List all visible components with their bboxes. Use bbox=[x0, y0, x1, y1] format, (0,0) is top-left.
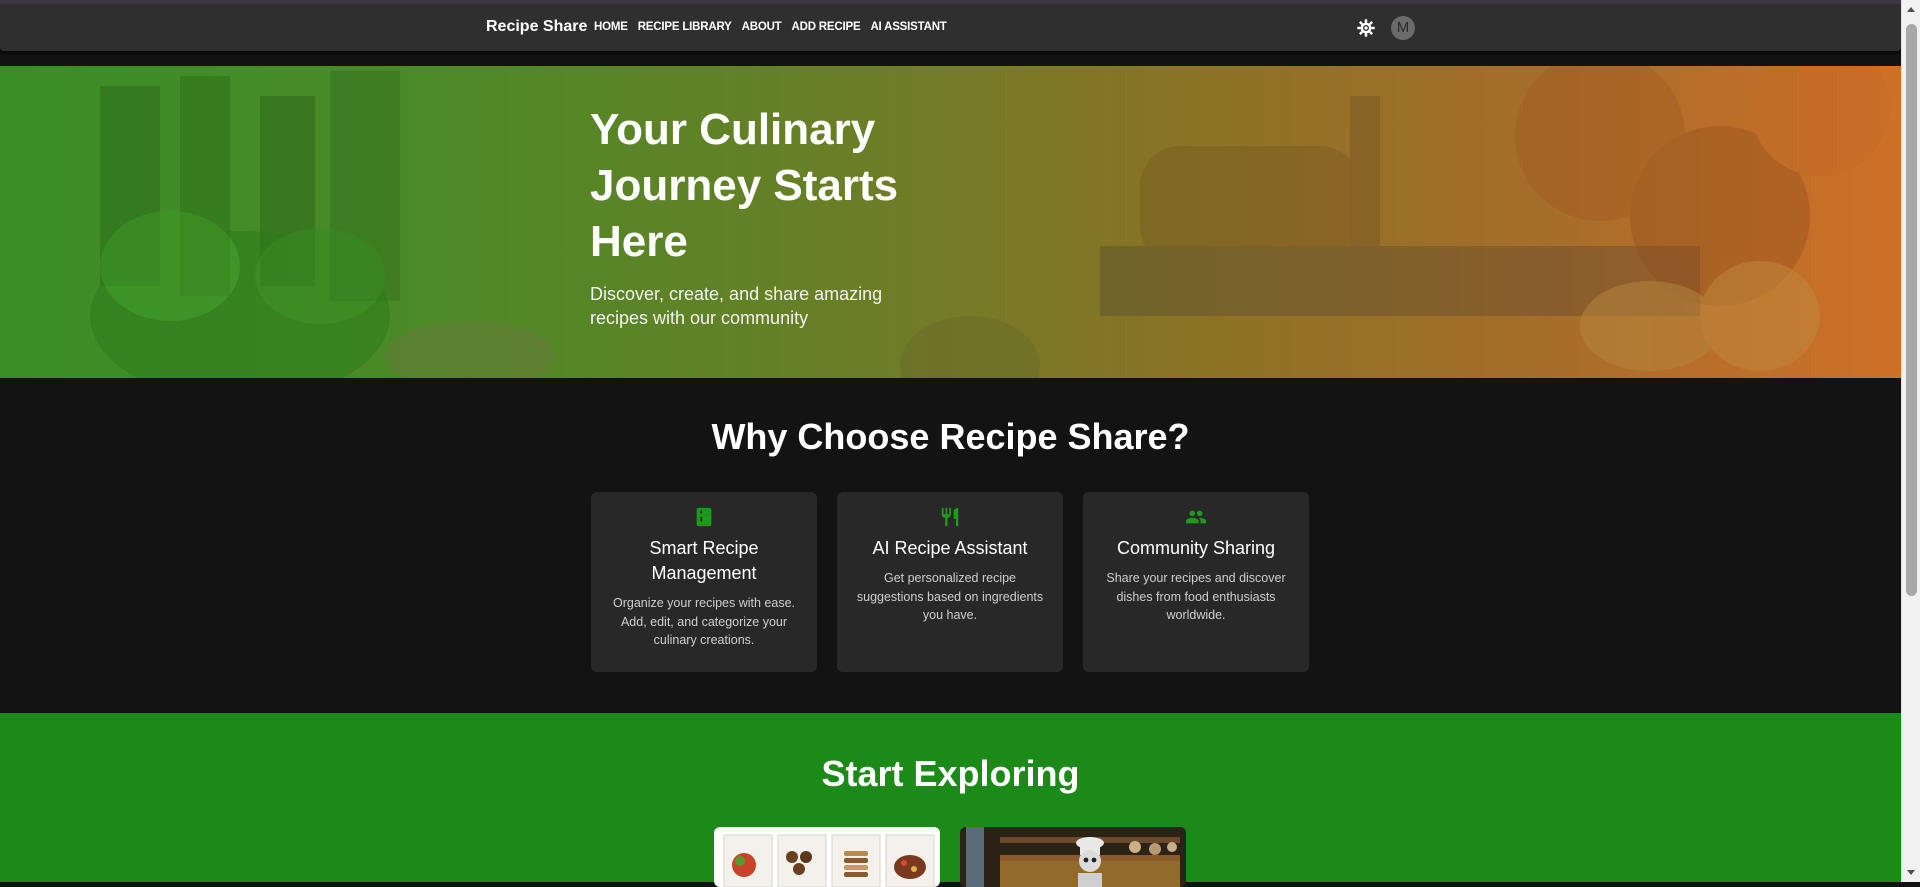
feature-card-title: AI Recipe Assistant bbox=[872, 538, 1028, 558]
feature-card-smart-recipe-management: Smart Recipe Management Organize your re… bbox=[591, 492, 817, 672]
nav-link-recipe-library[interactable]: RECIPE LIBRARY bbox=[638, 21, 732, 33]
feature-cards: Smart Recipe Management Organize your re… bbox=[591, 492, 1309, 672]
nav-link-home[interactable]: HOME bbox=[594, 21, 628, 33]
feature-card-text: Share your recipes and discover dishes f… bbox=[1106, 571, 1286, 622]
hero-subtitle: Discover, create, and share amazing reci… bbox=[590, 284, 883, 328]
explore-section: Start Exploring bbox=[0, 713, 1901, 887]
avatar[interactable]: M bbox=[1391, 16, 1415, 40]
feature-card-title: Smart Recipe Management bbox=[649, 538, 759, 583]
hero-background-image bbox=[90, 66, 1890, 378]
people-icon bbox=[1185, 510, 1207, 524]
feature-card-text: Organize your recipes with ease. Add, ed… bbox=[612, 596, 796, 647]
restaurant-icon bbox=[941, 507, 959, 527]
scroll-up-icon[interactable] bbox=[1907, 7, 1915, 12]
nav-links: HOME RECIPE LIBRARY ABOUT ADD RECIPE AI … bbox=[594, 21, 957, 33]
hero-content: Your Culinary Journey Starts Here Discov… bbox=[590, 102, 930, 330]
recipe-library-tile[interactable] bbox=[714, 827, 940, 887]
feature-card-ai-recipe-assistant: AI Recipe Assistant Get personalized rec… bbox=[837, 492, 1063, 672]
feature-card-text: Get personalized recipe suggestions base… bbox=[856, 571, 1044, 622]
explore-title: Start Exploring bbox=[821, 753, 1080, 794]
scroll-down-icon[interactable] bbox=[1907, 870, 1915, 875]
ai-assistant-image bbox=[960, 827, 1186, 887]
scrollbar-thumb[interactable] bbox=[1906, 24, 1917, 596]
features-section: Why Choose Recipe Share? Smart Recipe Ma… bbox=[0, 378, 1901, 713]
navbar: Recipe Share HOME RECIPE LIBRARY ABOUT A… bbox=[0, 0, 1901, 51]
kitchen-icon bbox=[696, 507, 712, 527]
brand-logo[interactable]: Recipe Share bbox=[486, 18, 587, 36]
feature-card-title: Community Sharing bbox=[1116, 538, 1276, 558]
hero-title: Your Culinary Journey Starts Here bbox=[590, 105, 899, 266]
features-title: Why Choose Recipe Share? bbox=[711, 416, 1190, 457]
page-scrollbar[interactable] bbox=[1901, 0, 1920, 882]
recipe-library-image bbox=[723, 834, 935, 887]
gear-icon[interactable] bbox=[1356, 18, 1376, 38]
nav-link-add-recipe[interactable]: ADD RECIPE bbox=[792, 21, 861, 33]
nav-link-about[interactable]: ABOUT bbox=[742, 21, 782, 33]
feature-card-community-sharing: Community Sharing Share your recipes and… bbox=[1083, 492, 1309, 672]
ai-assistant-tile[interactable] bbox=[960, 827, 1186, 887]
hero-section: Your Culinary Journey Starts Here Discov… bbox=[0, 66, 1901, 378]
nav-link-ai-assistant[interactable]: AI ASSISTANT bbox=[870, 21, 946, 33]
